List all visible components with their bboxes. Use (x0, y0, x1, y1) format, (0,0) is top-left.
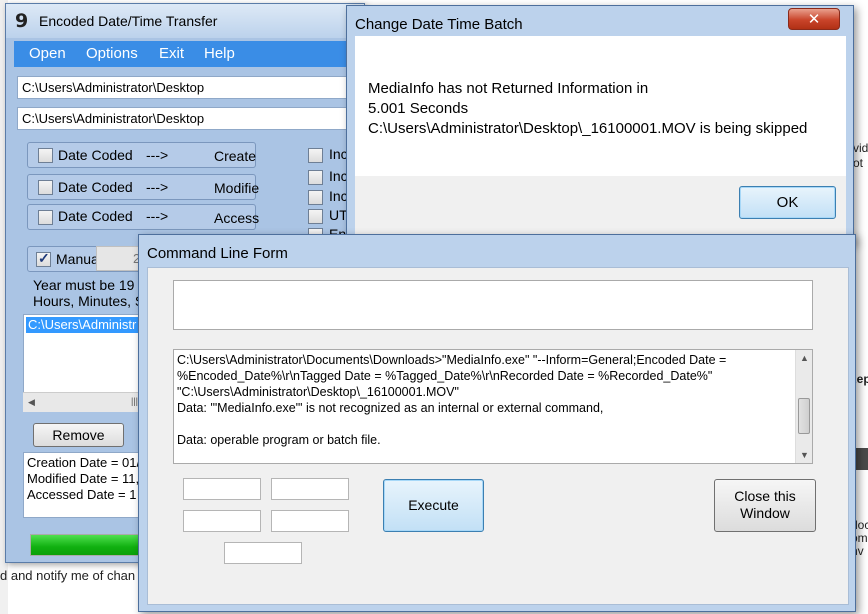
date-row-create: Date Coded ---> Create (27, 142, 256, 168)
arrow-label: ---> (146, 179, 169, 195)
progress-bar (30, 534, 145, 556)
manual-checkbox[interactable] (36, 250, 51, 267)
date-row-modified: Date Coded ---> Modifie (27, 174, 260, 200)
close-window-button[interactable]: Close this Window (714, 479, 816, 532)
menu-open[interactable]: Open (29, 45, 66, 62)
command-window-title: Command Line Form (147, 245, 288, 262)
target-label: Create (214, 148, 257, 164)
param-field[interactable] (271, 510, 349, 532)
arrow-label: ---> (146, 208, 169, 224)
ok-button[interactable]: OK (739, 186, 836, 219)
param-field[interactable] (271, 478, 349, 500)
year-hint: Year must be 19 (33, 277, 135, 293)
execute-button[interactable]: Execute (383, 479, 484, 532)
menu-bar: Open Options Exit Help (14, 41, 366, 67)
source-path-field[interactable]: C:\Users\Administrator\Desktop (17, 76, 367, 99)
command-output-text: C:\Users\Administrator\Documents\Downloa… (177, 352, 792, 448)
menu-exit[interactable]: Exit (159, 45, 184, 62)
date-row-checkbox[interactable] (38, 210, 53, 225)
message-dialog: Change Date Time Batch ✕ MediaInfo has n… (346, 5, 854, 244)
app-icon: 9 (15, 10, 29, 32)
dialog-message-line: 5.001 Seconds (368, 100, 469, 117)
command-output-scrollbar[interactable]: ▲ ▼ (795, 350, 812, 463)
horizontal-scrollbar[interactable]: ◀ ||| (23, 392, 143, 412)
output-line: Data: '"MediaInfo.exe"' is not recognize… (177, 401, 604, 415)
menu-options[interactable]: Options (86, 45, 138, 62)
dialog-message-line: MediaInfo has not Returned Information i… (368, 80, 649, 97)
main-title-bar: 9 Encoded Date/Time Transfer (6, 4, 364, 38)
background-toolbar-bar (856, 448, 868, 470)
include-label: Inc (329, 146, 348, 162)
date-coded-label: Date Coded (58, 147, 133, 163)
dialog-body: MediaInfo has not Returned Information i… (355, 36, 846, 176)
include-label: Inc (329, 168, 348, 184)
close-icon[interactable]: ✕ (788, 8, 840, 30)
target-label: Access (214, 210, 260, 226)
background-fragment: ot (853, 156, 864, 170)
creation-date-line: Creation Date = 01/ (27, 455, 141, 470)
date-coded-label: Date Coded (58, 208, 133, 224)
param-field[interactable] (183, 478, 261, 500)
dialog-message-line: C:\Users\Administrator\Desktop\_16100001… (368, 120, 808, 137)
command-input[interactable] (173, 280, 813, 330)
scroll-down-icon[interactable]: ▼ (800, 450, 809, 460)
date-coded-label: Date Coded (58, 179, 133, 195)
background-bottom-text: d and notify me of chan (0, 568, 136, 583)
utc-checkbox[interactable] (308, 209, 323, 224)
progress-fill (31, 535, 144, 555)
include-checkbox[interactable] (308, 148, 323, 163)
dialog-footer: OK (355, 176, 846, 236)
remove-button[interactable]: Remove (33, 423, 124, 447)
command-window-client: C:\Users\Administrator\Documents\Downloa… (147, 267, 849, 605)
dialog-title: Change Date Time Batch (355, 16, 523, 33)
window-title: Encoded Date/Time Transfer (39, 13, 218, 29)
param-field[interactable] (224, 542, 302, 564)
arrow-label: ---> (146, 147, 169, 163)
date-row-checkbox[interactable] (38, 148, 53, 163)
command-line-window: Command Line Form C:\Users\Administrator… (138, 234, 856, 612)
date-row-access: Date Coded ---> Access (27, 204, 260, 230)
output-line: Data: operable program or batch file. (177, 433, 381, 447)
modified-date-line: Modified Date = 11, (27, 471, 140, 486)
target-label: Modifie (214, 180, 260, 196)
scroll-thumb-grip-icon[interactable]: ||| (131, 396, 138, 406)
include-checkbox[interactable] (308, 190, 323, 205)
time-hint: Hours, Minutes, S (33, 293, 145, 309)
accessed-date-line: Accessed Date = 1 (27, 487, 137, 502)
include-checkbox[interactable] (308, 170, 323, 185)
utc-label: UT (329, 207, 348, 223)
scroll-thumb[interactable] (798, 398, 810, 434)
dest-path-field[interactable]: C:\Users\Administrator\Desktop (17, 107, 367, 130)
date-row-checkbox[interactable] (38, 180, 53, 195)
menu-help[interactable]: Help (204, 45, 235, 62)
param-field[interactable] (183, 510, 261, 532)
scroll-up-icon[interactable]: ▲ (800, 353, 809, 363)
background-fragment: vid (853, 141, 868, 155)
scroll-left-icon[interactable]: ◀ (28, 397, 35, 408)
list-item[interactable]: C:\Users\Administr (26, 317, 140, 333)
output-line: C:\Users\Administrator\Documents\Downloa… (177, 353, 727, 399)
command-output[interactable]: C:\Users\Administrator\Documents\Downloa… (173, 349, 813, 464)
dates-output-box: Creation Date = 01/ Modified Date = 11, … (23, 452, 143, 518)
include-label: Inc (329, 188, 348, 204)
manual-label: Manua (56, 251, 99, 267)
